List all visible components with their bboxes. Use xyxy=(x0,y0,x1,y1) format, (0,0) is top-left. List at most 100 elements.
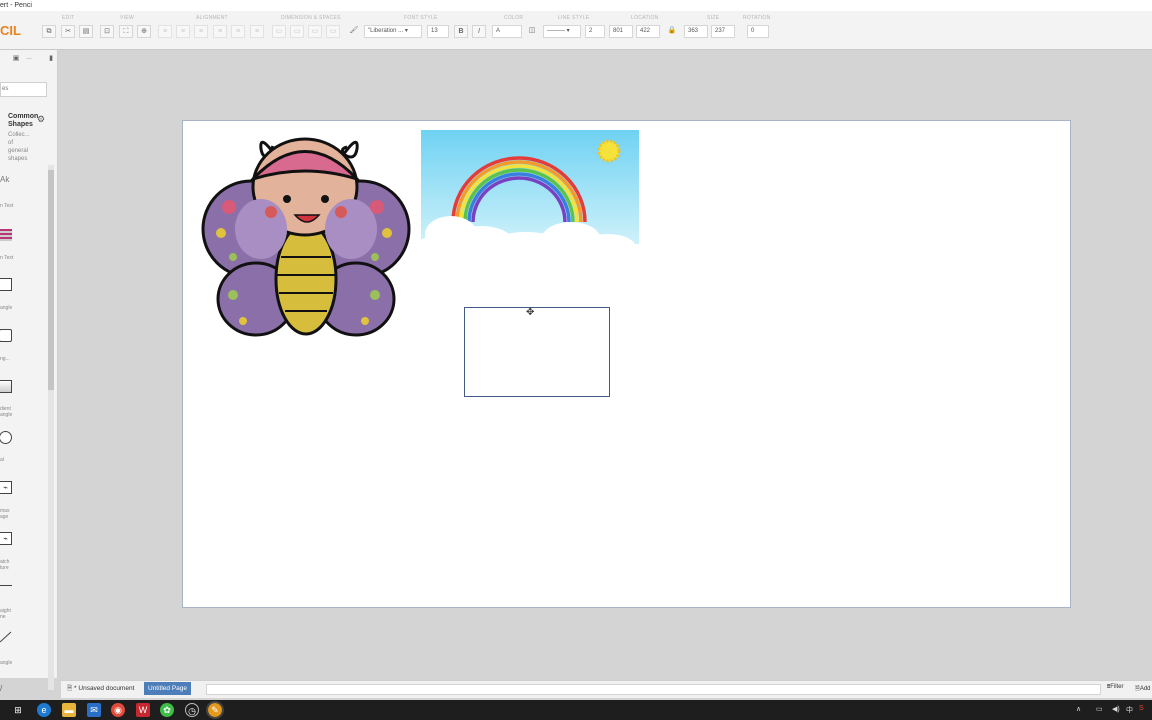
font-size-input[interactable]: 13 xyxy=(427,25,449,38)
shape-item-plain-text[interactable]: Ak n Text xyxy=(0,175,46,210)
font-family-value: "Liberation ... xyxy=(368,28,404,34)
shape-item-partial[interactable]: / xyxy=(0,684,2,693)
toolbar-group-dimension: DIMENSION & SPACES xyxy=(281,15,341,21)
document-status[interactable]: 🗎 * Unsaved document xyxy=(67,684,134,695)
zoom-actual-button[interactable]: ⛶ xyxy=(119,25,133,38)
toolbar-group-location: LOCATION xyxy=(631,15,659,21)
lock-icon[interactable]: 🔒 xyxy=(665,25,679,38)
toolbar-group-alignment: ALIGNMENT xyxy=(196,15,228,21)
add-page-button[interactable]: 🗎Add xyxy=(1135,684,1151,694)
collection-title: Common Shapes xyxy=(8,113,39,128)
network-icon[interactable]: ▭ xyxy=(1096,705,1103,713)
file-explorer-icon[interactable]: ▬ xyxy=(62,703,76,717)
shape-label: angle xyxy=(0,305,13,311)
shape-label: ng... xyxy=(0,356,10,362)
filter-button[interactable]: ⩩Filter xyxy=(1107,684,1124,691)
ellipse-icon xyxy=(0,431,12,444)
pencil-app-icon[interactable]: ✎ xyxy=(206,701,224,719)
toolbar-group-size: SIZE xyxy=(707,15,720,21)
shape-item-straight-line[interactable]: aight ne xyxy=(0,583,46,623)
os-taskbar: ⊞ e ▬ ✉ ◉ W ✿ ◷ ✎ ∧ ▭ ◀) 中 S xyxy=(0,700,1152,720)
tab-untitled-page[interactable]: Untitled Page xyxy=(144,682,192,695)
align-top-button[interactable]: ≡ xyxy=(213,25,227,38)
window-title: ert - Penci xyxy=(0,2,32,9)
wps-office-icon[interactable]: W xyxy=(136,703,150,717)
rotation-input[interactable]: 0 xyxy=(747,25,769,38)
shape-search-input[interactable]: es xyxy=(0,82,47,97)
shape-item-rich-text[interactable]: n Text xyxy=(0,227,46,262)
toolbar-group-rotation: ROTATION xyxy=(743,15,771,21)
input-language[interactable]: 中 xyxy=(1126,705,1133,715)
move-cursor-icon: ✥ xyxy=(526,307,535,318)
bold-button[interactable]: B xyxy=(454,25,468,38)
align-bottom-button[interactable]: ≡ xyxy=(250,25,264,38)
shape-collection-sidebar: ▣ … ▮ es Common Shapes ⚙ Collec... of ge… xyxy=(0,50,58,693)
format-painter-icon[interactable]: 🖌 xyxy=(347,25,361,38)
space-vertical-button[interactable]: ▭ xyxy=(326,25,340,38)
align-center-button[interactable]: ≡ xyxy=(176,25,190,38)
shape-label: dient angle xyxy=(0,406,13,418)
rectangle-icon xyxy=(0,278,12,291)
tray-chevron-icon[interactable]: ∧ xyxy=(1076,705,1081,713)
copy-button[interactable]: ⧉ xyxy=(42,25,56,38)
shape-item-gradient-rectangle[interactable]: dient angle xyxy=(0,380,46,420)
start-icon[interactable]: ⊞ xyxy=(11,703,25,717)
wechat-icon[interactable]: ✿ xyxy=(160,703,174,717)
line-width-input[interactable]: 2 xyxy=(585,25,605,38)
chrome-icon[interactable]: ◉ xyxy=(111,703,125,717)
same-height-button[interactable]: ▭ xyxy=(290,25,304,38)
toolbar-group-color: COLOR xyxy=(504,15,524,21)
fill-color-icon[interactable]: ◫ xyxy=(525,25,539,38)
richtext-icon xyxy=(0,229,12,241)
line-style-select[interactable]: ——— ▾ xyxy=(543,25,581,38)
italic-button[interactable]: I xyxy=(472,25,486,38)
mail-icon[interactable]: ✉ xyxy=(87,703,101,717)
shape-item-stretch-picture[interactable]: ⌁ atch ture xyxy=(0,532,46,572)
image-collection-icon[interactable]: ▣ xyxy=(9,53,23,66)
shape-item-triangle[interactable]: angle xyxy=(0,631,46,666)
align-left-button[interactable]: ≡ xyxy=(158,25,172,38)
sidebar-collapse-icon[interactable]: ▮ xyxy=(44,53,58,66)
shape-item-rectangle[interactable]: angle xyxy=(0,278,46,313)
sidebar-scroll-thumb[interactable] xyxy=(48,170,54,390)
stretch-picture-icon: ⌁ xyxy=(0,532,12,545)
cut-button[interactable]: ✂ xyxy=(61,25,75,38)
align-right-button[interactable]: ≡ xyxy=(194,25,208,38)
align-middle-button[interactable]: ≡ xyxy=(231,25,245,38)
toolbar-group-edit: EDIT xyxy=(62,15,75,21)
shape-label: n Text xyxy=(0,203,14,209)
butterfly-clipart[interactable] xyxy=(201,129,411,339)
app-logo: CIL xyxy=(0,23,21,38)
zoom-in-button[interactable]: ⊕ xyxy=(137,25,151,38)
size-height-input[interactable]: 237 xyxy=(711,25,735,38)
status-field xyxy=(206,684,1101,695)
location-y-input[interactable]: 422 xyxy=(636,25,660,38)
clock-app-icon[interactable]: ◷ xyxy=(185,703,199,717)
gear-icon[interactable]: ⚙ xyxy=(37,114,45,125)
paste-button[interactable]: ▤ xyxy=(79,25,93,38)
drawing-page[interactable] xyxy=(182,120,1071,608)
size-width-input[interactable]: 363 xyxy=(684,25,708,38)
toolbar-group-line: LINE STYLE xyxy=(558,15,590,21)
same-width-button[interactable]: ▭ xyxy=(272,25,286,38)
gradient-rectangle-icon xyxy=(0,380,12,393)
space-horizontal-button[interactable]: ▭ xyxy=(308,25,322,38)
location-x-input[interactable]: 801 xyxy=(609,25,633,38)
zoom-fit-button[interactable]: ⊡ xyxy=(100,25,114,38)
collection-description: Collec... of general shapes xyxy=(8,132,30,162)
text-color-picker[interactable]: A xyxy=(492,25,522,38)
more-collections-icon[interactable]: … xyxy=(22,53,36,66)
edge-browser-icon[interactable]: e xyxy=(37,703,51,717)
shape-item-rounded-rectangle[interactable]: ng... xyxy=(0,329,46,364)
shape-item-bitmap-image[interactable]: ⌁ mas age xyxy=(0,481,46,521)
selected-rectangle-shape[interactable] xyxy=(464,307,610,397)
shape-item-oval[interactable]: al xyxy=(0,431,46,466)
add-label: Add xyxy=(1139,686,1151,692)
page-tab-bar: 🗎 * Unsaved document Untitled Page ⩩Filt… xyxy=(61,680,1152,698)
volume-icon[interactable]: ◀) xyxy=(1112,705,1120,713)
font-family-select[interactable]: "Liberation ... ▾ xyxy=(364,25,422,38)
antivirus-icon[interactable]: S xyxy=(1139,705,1144,712)
document-name: * Unsaved document xyxy=(74,685,135,692)
rainbow-clipart[interactable] xyxy=(421,130,639,254)
shape-label: aight ne xyxy=(0,608,11,620)
